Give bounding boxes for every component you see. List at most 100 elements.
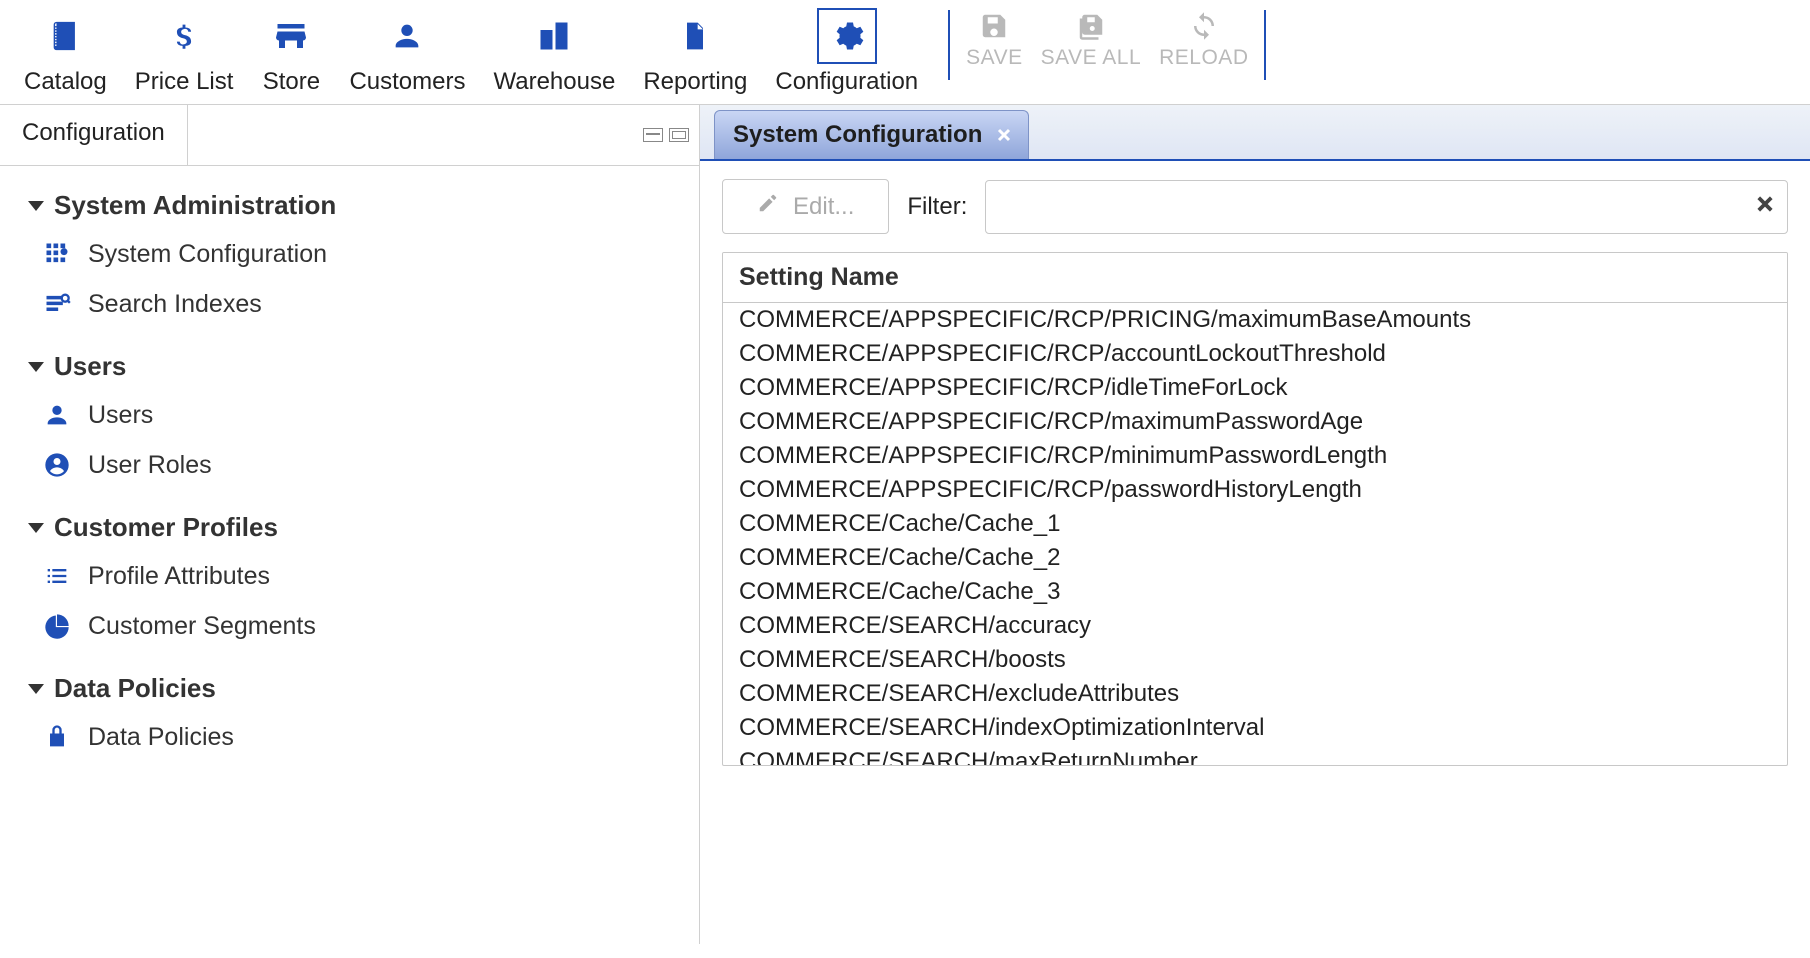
tree-header-users[interactable]: Users	[28, 343, 671, 390]
nav-price-list[interactable]: Price List	[121, 6, 248, 104]
nav-reporting[interactable]: Reporting	[629, 6, 761, 104]
maximize-button[interactable]	[669, 128, 689, 142]
tree-item-users[interactable]: Users	[38, 390, 671, 440]
reload-icon	[1182, 8, 1226, 44]
tree-item-data-policies[interactable]: Data Policies	[38, 712, 671, 762]
tree-section-data-policies: Data Policies Data Policies	[28, 665, 671, 762]
caret-down-icon	[28, 684, 44, 694]
main-area: Configuration System Administration	[0, 104, 1810, 944]
table-row[interactable]: COMMERCE/SEARCH/maxReturnNumber	[723, 745, 1787, 765]
tree-item-label: Users	[88, 401, 153, 430]
tree-header-system-administration[interactable]: System Administration	[28, 182, 671, 229]
nav-label: Configuration	[775, 68, 918, 96]
tree-section-users: Users Users User Roles	[28, 343, 671, 490]
save-all-button[interactable]: SAVE ALL	[1041, 8, 1142, 70]
table-row[interactable]: COMMERCE/APPSPECIFIC/RCP/PRICING/maximum…	[723, 303, 1787, 337]
lock-icon	[42, 722, 72, 752]
attributes-icon	[42, 561, 72, 591]
save-all-icon	[1069, 8, 1113, 44]
dollar-icon	[154, 8, 214, 64]
tree-item-user-roles[interactable]: User Roles	[38, 440, 671, 490]
table-row[interactable]: COMMERCE/SEARCH/excludeAttributes	[723, 677, 1787, 711]
nav-customers[interactable]: Customers	[335, 6, 479, 104]
right-pane: System Configuration Edit... Filter:	[700, 105, 1810, 944]
nav-label: Warehouse	[493, 68, 615, 96]
grid-gear-icon	[42, 239, 72, 269]
nav-label: Price List	[135, 68, 234, 96]
tree-section-label: Customer Profiles	[54, 512, 278, 543]
nav-catalog[interactable]: Catalog	[10, 6, 121, 104]
table-row[interactable]: COMMERCE/Cache/Cache_1	[723, 507, 1787, 541]
grid-body: COMMERCE/APPSPECIFIC/RCP/PRICING/maximum…	[723, 303, 1787, 765]
index-search-icon	[42, 289, 72, 319]
nav-configuration[interactable]: Configuration	[761, 6, 932, 104]
close-icon[interactable]	[994, 125, 1014, 145]
nav-label: Catalog	[24, 68, 107, 96]
nav-warehouse[interactable]: Warehouse	[479, 6, 629, 104]
tree-item-label: Data Policies	[88, 723, 234, 752]
tab-system-configuration[interactable]: System Configuration	[714, 110, 1029, 159]
table-row[interactable]: COMMERCE/APPSPECIFIC/RCP/idleTimeForLock	[723, 371, 1787, 405]
save-icon	[972, 8, 1016, 44]
table-row[interactable]: COMMERCE/APPSPECIFIC/RCP/minimumPassword…	[723, 439, 1787, 473]
catalog-icon	[35, 8, 95, 64]
caret-down-icon	[28, 362, 44, 372]
table-row[interactable]: COMMERCE/SEARCH/accuracy	[723, 609, 1787, 643]
pie-chart-icon	[42, 611, 72, 641]
settings-grid: Setting Name COMMERCE/APPSPECIFIC/RCP/PR…	[722, 252, 1788, 766]
grid-column-header[interactable]: Setting Name	[723, 253, 1787, 303]
tree-header-data-policies[interactable]: Data Policies	[28, 665, 671, 712]
toolbar-divider	[948, 10, 950, 80]
toolbar-divider	[1264, 10, 1266, 80]
clear-filter-icon[interactable]	[1751, 190, 1779, 223]
tree-section-label: Users	[54, 351, 126, 382]
table-row[interactable]: COMMERCE/SEARCH/boosts	[723, 643, 1787, 677]
table-row[interactable]: COMMERCE/APPSPECIFIC/RCP/passwordHistory…	[723, 473, 1787, 507]
action-bar: SAVE SAVE ALL RELOAD	[966, 6, 1248, 70]
nav-label: Store	[263, 68, 320, 96]
reload-button[interactable]: RELOAD	[1159, 8, 1248, 70]
save-button[interactable]: SAVE	[966, 8, 1022, 70]
table-row[interactable]: COMMERCE/SEARCH/indexOptimizationInterva…	[723, 711, 1787, 745]
caret-down-icon	[28, 201, 44, 211]
action-label: SAVE	[966, 46, 1022, 70]
tree-section-label: Data Policies	[54, 673, 216, 704]
top-toolbar: Catalog Price List Store Customers Wareh	[0, 0, 1810, 104]
tab-label: System Configuration	[733, 121, 982, 149]
account-circle-icon	[42, 450, 72, 480]
tree-item-customer-segments[interactable]: Customer Segments	[38, 601, 671, 651]
filter-input[interactable]	[1000, 181, 1751, 233]
nav-store[interactable]: Store	[247, 6, 335, 104]
table-row[interactable]: COMMERCE/APPSPECIFIC/RCP/accountLockoutT…	[723, 337, 1787, 371]
pencil-icon	[757, 192, 779, 221]
edit-label: Edit...	[793, 193, 854, 221]
action-label: SAVE ALL	[1041, 46, 1142, 70]
nav-label: Reporting	[643, 68, 747, 96]
minimize-button[interactable]	[643, 128, 663, 142]
nav-label: Customers	[349, 68, 465, 96]
tree-section-customer-profiles: Customer Profiles Profile Attributes Cus…	[28, 504, 671, 651]
tree-item-label: Profile Attributes	[88, 562, 270, 591]
table-row[interactable]: COMMERCE/APPSPECIFIC/RCP/maximumPassword…	[723, 405, 1787, 439]
tree-item-label: System Configuration	[88, 240, 327, 269]
action-label: RELOAD	[1159, 46, 1248, 70]
document-icon	[665, 8, 725, 64]
tree-item-search-indexes[interactable]: Search Indexes	[38, 279, 671, 329]
left-pane-controls	[188, 105, 699, 165]
tree-item-system-configuration[interactable]: System Configuration	[38, 229, 671, 279]
table-row[interactable]: COMMERCE/Cache/Cache_2	[723, 541, 1787, 575]
editor-toolbar: Edit... Filter:	[700, 161, 1810, 252]
tree-section-system-administration: System Administration System Configurati…	[28, 182, 671, 329]
edit-button[interactable]: Edit...	[722, 179, 889, 234]
config-tree: System Administration System Configurati…	[0, 166, 699, 944]
editor-tabbar: System Configuration	[700, 105, 1810, 161]
tree-item-profile-attributes[interactable]: Profile Attributes	[38, 551, 671, 601]
store-icon	[261, 8, 321, 64]
tree-item-label: Search Indexes	[88, 290, 262, 319]
table-row[interactable]: COMMERCE/Cache/Cache_3	[723, 575, 1787, 609]
left-tab-configuration[interactable]: Configuration	[0, 105, 188, 165]
left-pane-header: Configuration	[0, 105, 699, 166]
tree-section-label: System Administration	[54, 190, 336, 221]
tree-header-customer-profiles[interactable]: Customer Profiles	[28, 504, 671, 551]
person-icon	[42, 400, 72, 430]
